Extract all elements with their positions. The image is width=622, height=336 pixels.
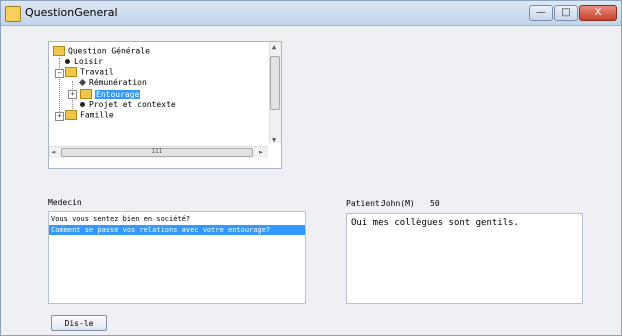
patient-age: 50 [430, 199, 440, 208]
patient-label: Patient: [346, 199, 385, 208]
list-item[interactable]: Vous vous sentez bien en société? [49, 214, 305, 224]
tree-node-travail[interactable]: Travail [65, 67, 114, 77]
main-window: QuestionGeneral — □ X Question Générale … [0, 0, 622, 336]
medecin-label: Medecin [48, 198, 82, 207]
app-icon [5, 6, 21, 22]
tree-guide-line [59, 58, 60, 120]
patient-name: John(M) [381, 199, 415, 208]
folder-icon [65, 110, 77, 120]
folder-icon [65, 67, 77, 77]
tree-node-famille[interactable]: Famille [65, 110, 114, 120]
expand-icon[interactable]: + [55, 112, 64, 121]
close-button[interactable]: X [579, 5, 617, 21]
scroll-up-icon[interactable]: ▲ [272, 43, 276, 51]
expand-icon[interactable]: + [68, 90, 77, 99]
collapse-icon[interactable]: − [55, 69, 64, 78]
leaf-icon [80, 102, 85, 107]
horizontal-scroll-thumb[interactable]: III [61, 148, 253, 157]
maximize-button[interactable]: □ [554, 5, 578, 21]
scroll-right-icon[interactable]: ► [259, 148, 263, 156]
tree-node-projet[interactable]: Projet et contexte [80, 100, 176, 109]
scroll-down-icon[interactable]: ▼ [272, 136, 276, 144]
vertical-scroll-thumb[interactable] [270, 56, 280, 110]
leaf-icon [65, 59, 70, 64]
title-bar: QuestionGeneral — □ X [1, 1, 621, 26]
leaf-icon [78, 78, 87, 87]
minimize-button[interactable]: — [529, 5, 553, 21]
tree-node-entourage[interactable]: Entourage [80, 89, 141, 99]
folder-icon [53, 46, 65, 56]
patient-answer: Oui mes collègues sont gentils. [346, 213, 583, 304]
scroll-left-icon[interactable]: ◄ [51, 148, 55, 156]
tree-node-root[interactable]: Question Générale [53, 46, 150, 56]
tree-node-remuneration[interactable]: Rémunération [78, 78, 147, 87]
say-button[interactable]: Dis-le [51, 315, 107, 331]
question-list[interactable]: Vous vous sentez bien en société? Commen… [48, 211, 306, 304]
list-item[interactable]: Comment se passe vos relations avec votr… [49, 225, 305, 235]
folder-icon [80, 89, 92, 99]
window-title: QuestionGeneral [25, 6, 118, 19]
tree-node-loisir[interactable]: Loisir [65, 57, 103, 66]
